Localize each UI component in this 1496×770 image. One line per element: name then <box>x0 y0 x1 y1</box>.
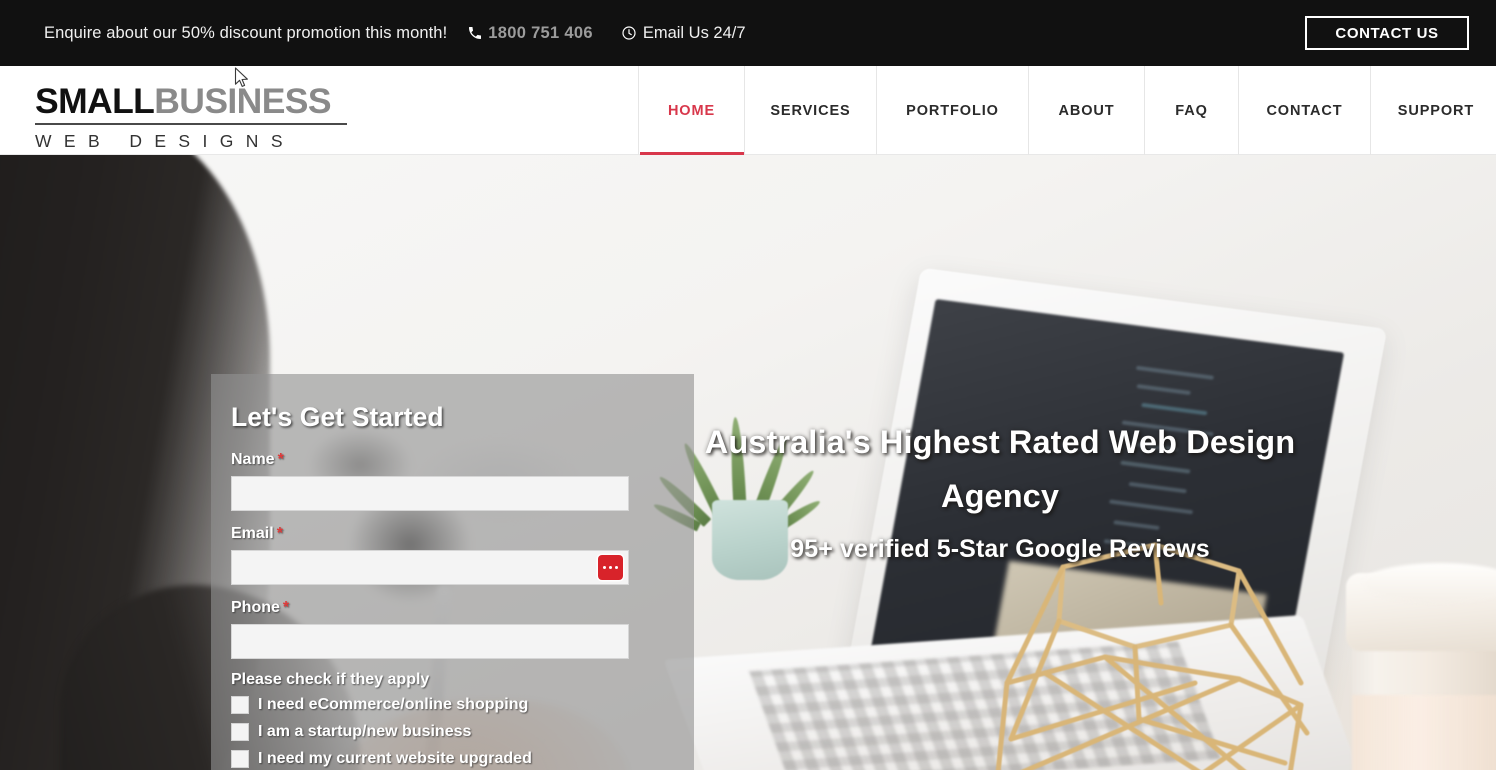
name-label-text: Name <box>231 451 275 468</box>
contact-us-button[interactable]: CONTACT US <box>1305 16 1469 50</box>
name-label: Name * <box>231 449 674 471</box>
logo-word-business: BUSINESS <box>154 81 331 121</box>
nav-item-home[interactable]: HOME <box>638 66 744 155</box>
nav-item-support[interactable]: SUPPORT <box>1370 66 1496 155</box>
checkbox-group-heading: Please check if they apply <box>231 671 430 688</box>
nav-item-about[interactable]: ABOUT <box>1028 66 1144 155</box>
checkbox-upgrade[interactable] <box>231 750 249 768</box>
logo[interactable]: SMALLBUSINESS WEB DESIGNS <box>35 80 349 154</box>
form-title: Let's Get Started <box>231 402 444 432</box>
logo-wordmark: SMALLBUSINESS <box>35 80 349 122</box>
clock-icon <box>621 25 637 41</box>
promo-text: Enquire about our 50% discount promotion… <box>44 23 448 42</box>
nav-item-portfolio[interactable]: PORTFOLIO <box>876 66 1028 155</box>
phone-label-text: Phone <box>231 599 280 616</box>
email-link[interactable]: Email Us 24/7 <box>621 24 746 43</box>
top-announcement-bar: Enquire about our 50% discount promotion… <box>0 0 1496 66</box>
lead-capture-form: Let's Get Started Name* Email* Phone* <box>211 374 694 770</box>
name-input[interactable] <box>231 476 629 511</box>
nav-item-faq[interactable]: FAQ <box>1144 66 1238 155</box>
checkbox-label-startup: I am a startup/new business <box>258 723 472 740</box>
checkbox-row-startup[interactable]: I am a startup/new business <box>231 721 674 743</box>
hero-section: Australia's Highest Rated Web Design Age… <box>0 155 1496 770</box>
logo-tagline: WEB DESIGNS <box>35 130 295 151</box>
checkbox-row-ecommerce[interactable]: I need eCommerce/online shopping <box>231 694 674 716</box>
name-required-marker: * <box>277 451 284 468</box>
email-required-marker: * <box>276 525 283 542</box>
email-input[interactable] <box>231 550 629 585</box>
nav-item-services[interactable]: SERVICES <box>744 66 876 155</box>
checkbox-ecommerce[interactable] <box>231 696 249 714</box>
site-header: SMALLBUSINESS WEB DESIGNS HOME SERVICES … <box>0 66 1496 155</box>
lastpass-icon[interactable] <box>598 555 623 580</box>
checkbox-startup[interactable] <box>231 723 249 741</box>
topbar-left-group: Enquire about our 50% discount promotion… <box>44 24 746 43</box>
phone-input[interactable] <box>231 624 629 659</box>
checkbox-row-upgrade[interactable]: I need my current website upgraded <box>231 748 674 770</box>
email-us-text[interactable]: Email Us 24/7 <box>643 24 746 43</box>
photo-plant-pot <box>712 500 788 580</box>
logo-word-small: SMALL <box>35 81 155 121</box>
phone-icon <box>467 25 483 41</box>
page-root: Enquire about our 50% discount promotion… <box>0 0 1496 770</box>
email-label: Email * <box>231 523 674 545</box>
photo-gold-wire-sculpture <box>995 542 1310 770</box>
nav-item-contact[interactable]: CONTACT <box>1238 66 1370 155</box>
checkbox-label-upgrade: I need my current website upgraded <box>258 750 532 767</box>
photo-coffee-cup <box>1346 547 1496 770</box>
email-input-wrapper <box>231 550 629 585</box>
phone-required-marker: * <box>282 599 290 616</box>
email-label-text: Email <box>231 525 274 542</box>
phone-link[interactable]: 1800 751 406 <box>467 24 593 43</box>
phone-label: Phone * <box>231 597 674 619</box>
checkbox-label-ecommerce: I need eCommerce/online shopping <box>258 696 529 713</box>
phone-number[interactable]: 1800 751 406 <box>488 24 593 43</box>
main-navigation: HOME SERVICES PORTFOLIO ABOUT FAQ CONTAC… <box>638 66 1496 155</box>
